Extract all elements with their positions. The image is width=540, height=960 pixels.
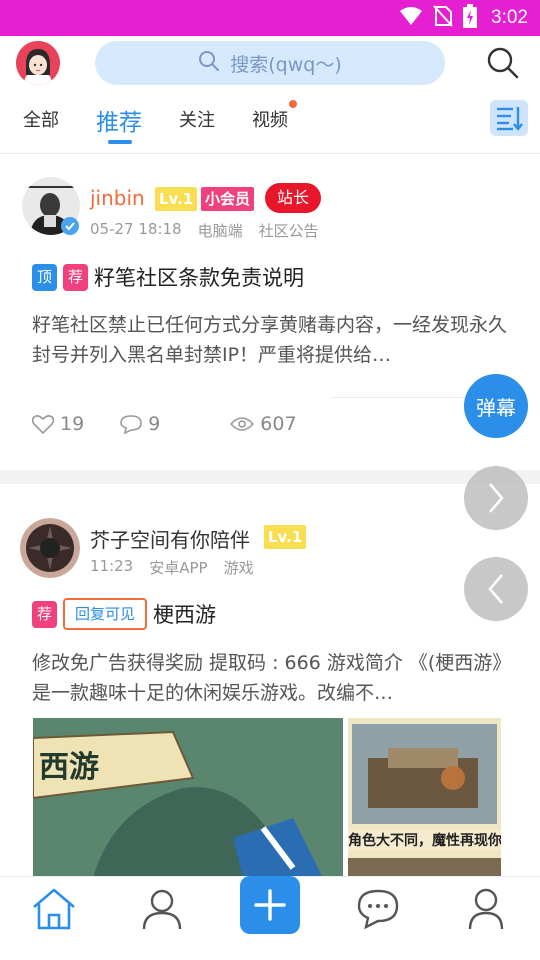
comment-button[interactable]: 9 [120,413,160,435]
chevron-right-icon [489,483,504,513]
post-title-row: 顶 荐 籽笔社区条款免责说明 [32,262,304,292]
divider [330,397,480,398]
tab-recommend[interactable]: 推荐 [96,103,142,137]
new-post-button[interactable] [240,876,300,934]
post-card[interactable]: 芥子空间有你陪伴 Lv.1 11:23 安卓APP 游戏 荐 回复可见 梗西游 … [0,484,540,878]
my-avatar[interactable] [16,41,60,85]
post-image[interactable]: 角色大不同，魔性再现你眼前 [348,718,501,878]
author-name[interactable]: jinbin [90,186,145,210]
nav-profile[interactable] [462,885,510,933]
recommend-tag: 荐 [63,263,89,291]
post-platform: 电脑端 [197,222,243,240]
active-tab-indicator [108,140,132,144]
post-separator [0,470,540,484]
clock: 3:02 [491,7,528,28]
next-button[interactable] [464,466,528,530]
post-image[interactable]: 西游 [33,718,343,878]
post-platform: 安卓APP [149,559,208,577]
image-caption: 角色大不同，魔性再现你眼前 [348,830,501,850]
post-time: 05-27 18:18 [90,220,182,238]
tab-video[interactable]: 视频 [252,106,288,132]
search-placeholder: 搜索(qwq～) [230,53,342,76]
post-forum[interactable]: 社区公告 [259,220,319,241]
sort-button[interactable] [490,100,528,136]
pinned-tag: 顶 [32,263,58,291]
search-bar[interactable]: 搜索(qwq～) [95,41,445,85]
previous-button[interactable] [464,557,528,621]
role-badge: 站长 [265,183,322,213]
heart-icon [32,415,54,434]
author-avatar[interactable] [20,518,80,578]
search-button[interactable] [486,46,520,80]
image-caption: 西游 [39,750,99,785]
person-icon [142,889,182,930]
chevron-left-icon [488,574,503,604]
post-excerpt[interactable]: 修改免广告获得奖励 提取码 : 666 游戏简介 《(梗西游》是一款趣味十足的休… [32,648,512,708]
post-title[interactable]: 籽笔社区条款免责说明 [94,262,304,292]
reply-visible-tag: 回复可见 [63,598,148,630]
battery-charging-icon [463,4,478,32]
eye-icon [230,417,255,431]
view-count: 607 [260,413,297,435]
top-header: 搜索(qwq～) [0,36,540,92]
category-tabs: 全部 推荐 关注 视频 [0,92,540,154]
home-icon [33,888,75,930]
nav-home[interactable] [30,885,78,933]
wifi-icon [399,6,423,30]
tab-follow[interactable]: 关注 [179,106,215,132]
like-count: 19 [60,413,85,435]
post-excerpt[interactable]: 籽笔社区禁止已任何方式分享黄赌毒内容，一经发现永久封号并列入黑名单封禁IP！严重… [32,310,512,370]
comment-icon [120,415,142,434]
verified-icon [61,217,79,239]
post-stats: 19 9 607 [32,413,297,435]
like-button[interactable]: 19 [32,413,84,435]
search-icon [198,50,220,77]
post-card[interactable]: jinbin Lv.1 小会员 站长 05-27 18:18 电脑端 社区公告 … [0,155,540,470]
bottom-navigation [0,876,540,960]
post-title-row: 荐 回复可见 梗西游 [32,598,216,630]
post-meta: 11:23 安卓APP 游戏 [90,557,254,578]
nav-friends[interactable] [138,885,186,933]
level-badge: Lv.1 [264,525,307,549]
danmu-button[interactable]: 弹幕 [464,374,528,438]
post-title[interactable]: 梗西游 [153,599,216,629]
new-dot [289,100,297,108]
plus-icon [254,889,286,921]
level-badge: Lv.1 [155,187,198,211]
tab-all[interactable]: 全部 [23,106,59,132]
author-name[interactable]: 芥子空间有你陪伴 [90,524,250,553]
status-bar: 3:02 [0,0,540,36]
vip-badge: 小会员 [201,187,255,211]
nav-messages[interactable] [354,885,402,933]
recommend-tag: 荐 [32,600,58,628]
views: 607 [230,413,297,435]
comment-count: 9 [148,413,161,435]
chat-icon [357,889,399,930]
post-time: 11:23 [90,557,134,575]
post-forum[interactable]: 游戏 [224,557,254,578]
profile-icon [468,888,504,930]
post-meta: 05-27 18:18 电脑端 社区公告 [90,220,319,241]
no-sim-icon [433,5,453,31]
sort-icon [497,107,523,131]
